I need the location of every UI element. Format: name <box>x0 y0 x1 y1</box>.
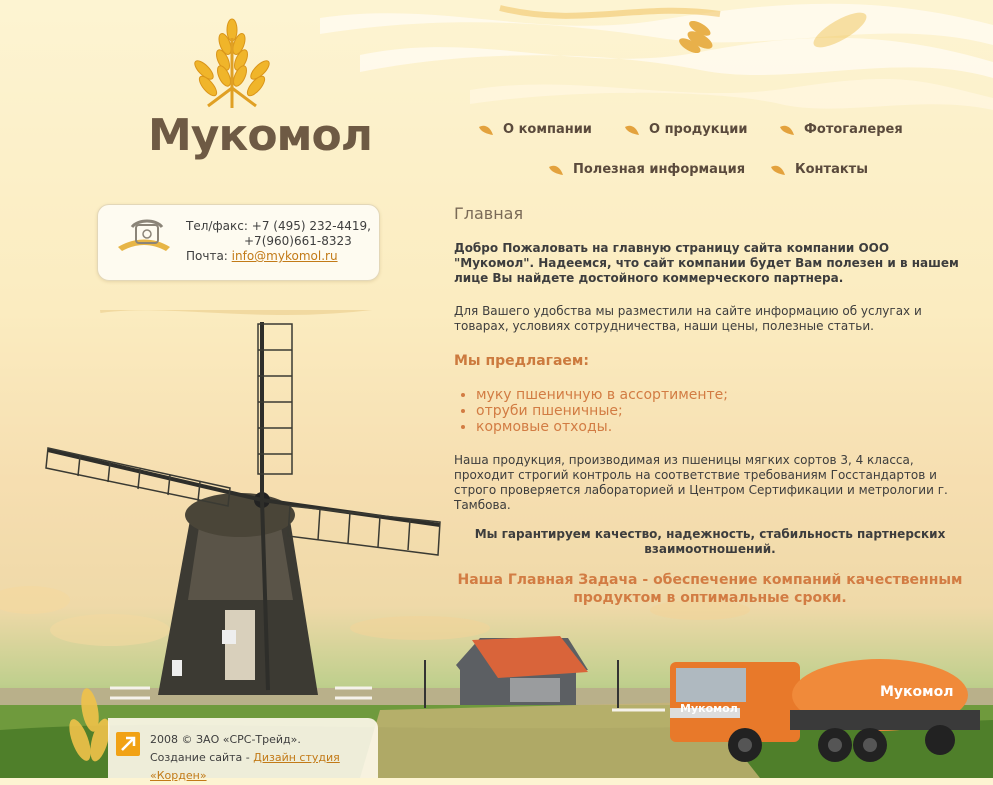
nav-label: Контакты <box>795 162 868 177</box>
phone-number-1: +7 (495) 232-4419, <box>251 219 371 233</box>
nav-label: Полезная информация <box>573 162 746 177</box>
list-item: отруби пшеничные; <box>476 403 966 419</box>
email-label: Почта: <box>186 249 228 263</box>
email-link[interactable]: info@mykomol.ru <box>232 249 338 263</box>
phone-icon <box>118 219 170 251</box>
footer-text: 2008 © ЗАО «СРС-Трейд». Создание сайта -… <box>150 731 378 785</box>
list-item: кормовые отходы. <box>476 419 966 435</box>
nav-item-useful-info[interactable]: Полезная информация <box>548 162 745 177</box>
offer-list: муку пшеничную в ассортименте; отруби пш… <box>454 387 966 435</box>
truck-cab-label: Мукомол <box>680 702 738 715</box>
phone-number-2: +7(960)661-8323 <box>244 234 352 248</box>
copyright: 2008 © ЗАО «СРС-Трейд». <box>150 733 301 746</box>
nav-label: О компании <box>503 122 592 137</box>
wheat-ribbon-decoration <box>320 3 993 110</box>
leaf-bullet-icon <box>625 125 639 135</box>
arrow-icon <box>116 732 140 756</box>
offer-heading: Мы предлагаем: <box>454 353 589 369</box>
nav-label: О продукции <box>649 122 748 137</box>
page-title: Главная <box>454 204 524 223</box>
main-content: Главная Добро Пожаловать на главную стра… <box>454 204 966 607</box>
site-logo[interactable]: Мукомол <box>148 110 373 161</box>
nav-item-photo-gallery[interactable]: Фотогалерея <box>779 122 903 137</box>
nav-label: Фотогалерея <box>804 122 903 137</box>
list-item: муку пшеничную в ассортименте; <box>476 387 966 403</box>
nav-item-about-products[interactable]: О продукции <box>624 122 747 137</box>
mission-statement: Наша Главная Задача - обеспечение компан… <box>457 572 963 606</box>
contact-box: Тел/факс: +7 (495) 232-4419, +7(960)661-… <box>97 204 380 281</box>
guarantee-text: Мы гарантируем качество, надежность, ста… <box>474 527 946 556</box>
leaf-bullet-icon <box>549 165 563 175</box>
convenience-text: Для Вашего удобства мы разместили на сай… <box>454 304 922 333</box>
logo-wheat-icon <box>194 18 270 108</box>
leaf-bullet-icon <box>771 165 785 175</box>
nav-item-about-company[interactable]: О компании <box>478 122 592 137</box>
nav-item-contacts[interactable]: Контакты <box>770 162 868 177</box>
welcome-text: Добро Пожаловать на главную страницу сай… <box>454 241 959 285</box>
leaf-bullet-icon <box>780 125 794 135</box>
truck-tank-label: Мукомол <box>880 684 954 700</box>
product-description: Наша продукция, производимая из пшеницы … <box>454 453 948 512</box>
leaf-bullet-icon <box>479 125 493 135</box>
phone-label: Тел/факс: <box>186 219 248 233</box>
footer: 2008 © ЗАО «СРС-Трейд». Создание сайта -… <box>108 718 378 782</box>
created-label: Создание сайта - <box>150 751 250 764</box>
contact-details: Тел/факс: +7 (495) 232-4419, +7(960)661-… <box>186 219 371 264</box>
